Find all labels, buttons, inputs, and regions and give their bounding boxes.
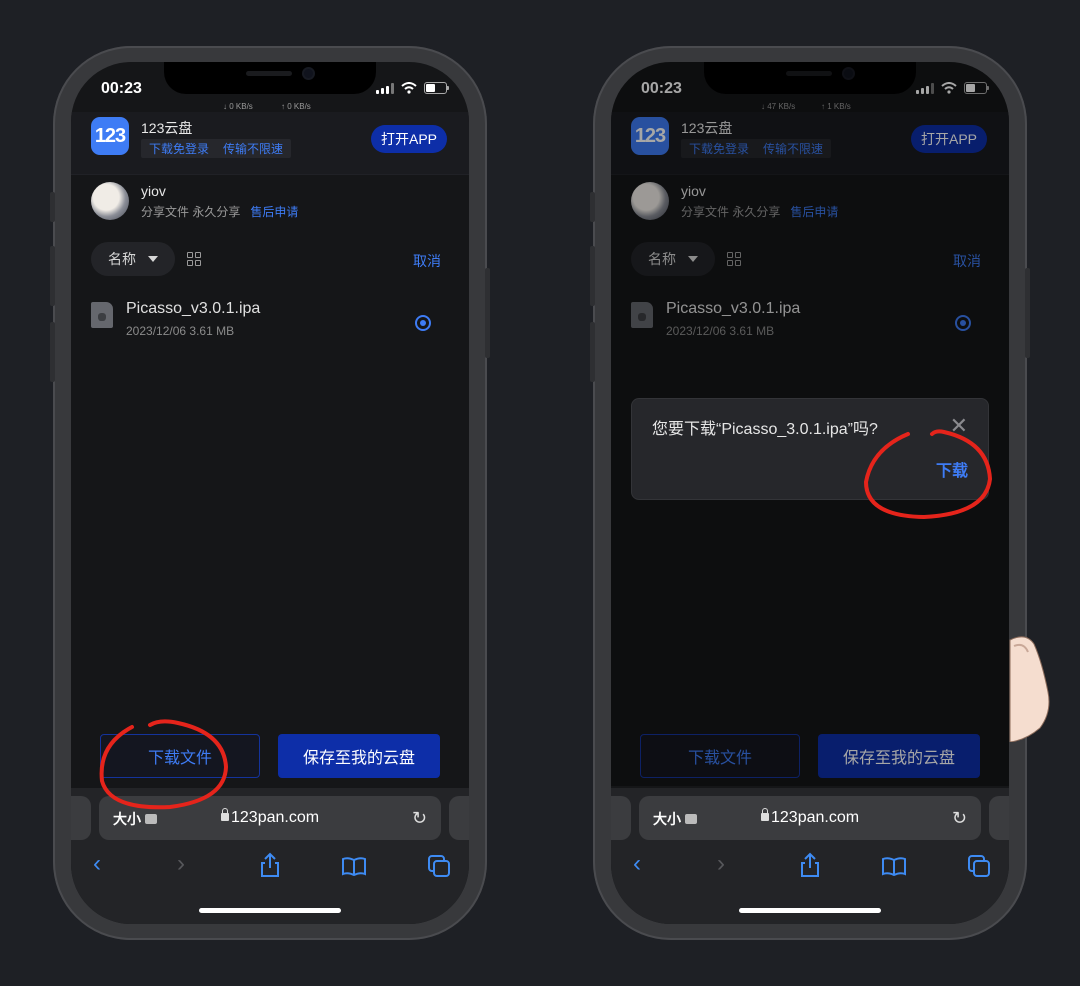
volume-up-button	[50, 246, 55, 306]
screen-right: 00:23 ↓ 47 KB/s ↑ 1 KB/s 123 123云盘 下载免登录…	[611, 62, 1009, 924]
bookmarks-icon[interactable]	[881, 856, 907, 876]
volume-down-button	[590, 322, 595, 382]
speed-down: ↓ 0 KB/s	[223, 102, 253, 111]
avatar	[91, 182, 129, 220]
back-icon[interactable]: ‹	[633, 850, 641, 878]
download-file-button[interactable]: 下载文件	[100, 734, 260, 778]
extension-icon[interactable]	[685, 814, 697, 824]
sort-label: 名称	[108, 251, 136, 267]
lock-icon	[761, 808, 769, 821]
text-size-button[interactable]: 大小	[653, 809, 681, 829]
address-bar[interactable]: 大小 123pan.com ↻	[639, 796, 981, 840]
volume-down-button	[50, 322, 55, 382]
caret-down-icon	[148, 256, 158, 262]
url-text[interactable]: 123pan.com	[771, 809, 859, 827]
share-meta: 分享文件 永久分享 售后申请	[141, 203, 298, 220]
open-app-button[interactable]: 打开APP	[371, 125, 447, 153]
mute-switch	[590, 192, 595, 222]
file-select-radio[interactable]	[415, 315, 431, 331]
cancel-button[interactable]: 取消	[413, 251, 441, 271]
forward-icon[interactable]: ›	[717, 850, 725, 878]
close-icon[interactable]: ✕	[950, 413, 968, 439]
bookmarks-icon[interactable]	[341, 856, 367, 876]
sort-dropdown[interactable]: 名称	[91, 242, 175, 276]
file-name[interactable]: Picasso_v3.0.1.ipa	[126, 300, 260, 318]
next-tab-stub[interactable]	[989, 796, 1009, 840]
phone-left: 00:23 ↓ 0 KB/s ↑ 0 KB/s 123 123云盘 下载免登录 …	[50, 46, 490, 940]
dialog-question: 您要下载“Picasso_3.0.1.ipa”吗?	[652, 421, 878, 438]
home-indicator	[739, 908, 881, 913]
status-icons	[376, 82, 449, 94]
home-indicator	[199, 908, 341, 913]
mute-switch	[50, 192, 55, 222]
tag-unlimited-speed: 传输不限速	[223, 142, 284, 156]
volume-up-button	[590, 246, 595, 306]
notch	[164, 62, 376, 94]
back-icon[interactable]: ‹	[93, 850, 101, 878]
safari-toolbar: ‹ ›	[611, 846, 1009, 886]
tag-free-login: 下载免登录	[149, 142, 210, 156]
app-logo: 123	[91, 117, 129, 155]
safari-bottom-bar: 大小 123pan.com ↻ ‹ ›	[611, 788, 1009, 924]
next-tab-stub[interactable]	[449, 796, 469, 840]
share-icon[interactable]	[799, 852, 821, 878]
phone-right: 00:23 ↓ 47 KB/s ↑ 1 KB/s 123 123云盘 下载免登录…	[590, 46, 1030, 940]
address-bar[interactable]: 大小 123pan.com ↻	[99, 796, 441, 840]
wifi-icon	[401, 82, 417, 94]
safari-toolbar: ‹ ›	[71, 846, 469, 886]
safari-bottom-bar: 大小 123pan.com ↻ ‹ ›	[71, 788, 469, 924]
text-size-button[interactable]: 大小	[113, 809, 141, 829]
speed-up: ↑ 0 KB/s	[281, 102, 311, 111]
share-icon[interactable]	[259, 852, 281, 878]
finger-decoration	[1009, 636, 1050, 742]
prev-tab-stub[interactable]	[611, 796, 631, 840]
power-button	[485, 268, 490, 358]
lock-icon	[221, 808, 229, 821]
grid-view-icon[interactable]	[187, 252, 201, 266]
power-button	[1025, 268, 1030, 358]
status-time: 00:23	[101, 80, 142, 97]
signal-icon	[376, 82, 394, 94]
tabs-icon[interactable]	[427, 854, 451, 878]
dialog-download-button[interactable]: 下载	[936, 457, 968, 481]
battery-icon	[424, 82, 449, 94]
app-name: 123云盘	[141, 120, 193, 136]
share-info: 分享文件 永久分享	[141, 205, 241, 219]
tabs-icon[interactable]	[967, 854, 991, 878]
apple-file-icon	[91, 302, 113, 328]
download-dialog: 您要下载“Picasso_3.0.1.ipa”吗? ✕ 下载	[631, 398, 989, 500]
app-tags: 下载免登录 传输不限速	[141, 139, 292, 158]
url-text[interactable]: 123pan.com	[231, 809, 319, 827]
user-name: yiov	[141, 183, 166, 199]
prev-tab-stub[interactable]	[71, 796, 91, 840]
reload-icon[interactable]: ↻	[412, 808, 427, 829]
extension-icon[interactable]	[145, 814, 157, 824]
screen-left: 00:23 ↓ 0 KB/s ↑ 0 KB/s 123 123云盘 下载免登录 …	[71, 62, 469, 924]
save-to-cloud-button[interactable]: 保存至我的云盘	[278, 734, 440, 778]
after-sale-link[interactable]: 售后申请	[250, 203, 298, 220]
reload-icon[interactable]: ↻	[952, 808, 967, 829]
forward-icon[interactable]: ›	[177, 850, 185, 878]
file-meta: 2023/12/06 3.61 MB	[126, 324, 235, 338]
